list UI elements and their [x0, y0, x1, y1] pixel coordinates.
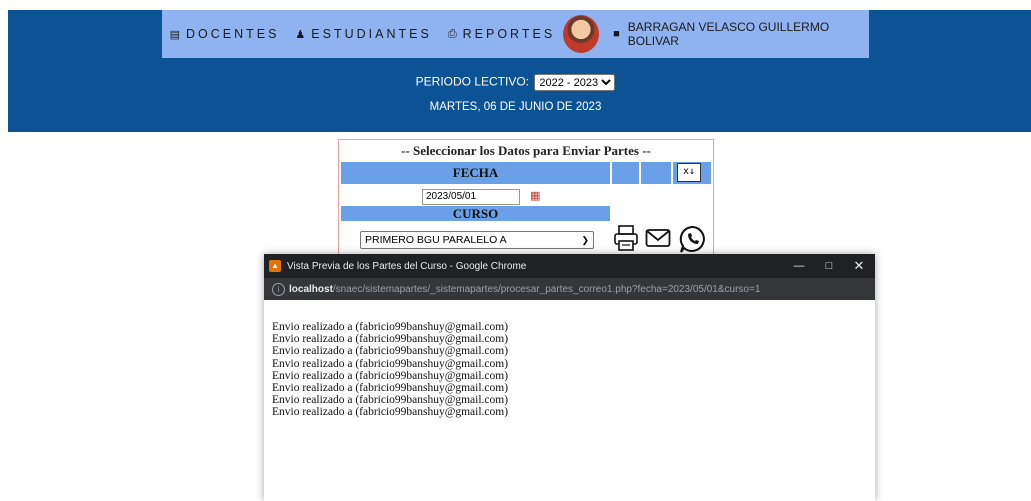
whatsapp-icon[interactable]: [678, 224, 708, 254]
period-row: PERIODO LECTIVO: 2022 - 2023: [0, 74, 1031, 91]
form-title: -- Seleccionar los Datos para Enviar Par…: [401, 143, 651, 158]
top-nav: ▤ DOCENTES ♟ ESTUDIANTES ⎙ REPORTES ■ BA…: [162, 10, 869, 58]
user-menu[interactable]: ■ BARRAGAN VELASCO GUILLERMO BOLIVAR: [613, 20, 869, 48]
period-label: PERIODO LECTIVO:: [415, 74, 529, 89]
log-line: Envio realizado a (fabricio99banshuy@gma…: [272, 406, 509, 419]
url-host: localhost: [289, 283, 333, 295]
chevron-down-icon: ❯: [581, 235, 589, 245]
send-form-panel: -- Seleccionar los Datos para Enviar Par…: [338, 139, 714, 271]
popup-window: ▲ Vista Previa de los Partes del Curso -…: [264, 254, 875, 501]
address-bar[interactable]: i localhost/snaec/sistemapartes/_sistema…: [264, 278, 875, 300]
curso-value: PRIMERO BGU PARALELO A: [365, 234, 507, 246]
avatar[interactable]: [563, 15, 600, 53]
log-line: Envio realizado a (fabricio99banshuy@gma…: [272, 333, 509, 346]
fecha-label: FECHA: [452, 165, 499, 180]
fecha-header-cell-3: [641, 162, 671, 184]
print-icon: ⎙: [447, 27, 457, 40]
nav-docentes[interactable]: ▤ DOCENTES: [170, 27, 280, 41]
nav-reportes-label: REPORTES: [462, 27, 556, 41]
log-line: Envio realizado a (fabricio99banshuy@gma…: [272, 382, 509, 395]
window-titlebar[interactable]: ▲ Vista Previa de los Partes del Curso -…: [264, 254, 875, 278]
info-icon[interactable]: i: [272, 282, 285, 296]
maximize-icon[interactable]: □: [814, 254, 844, 278]
nav-reportes[interactable]: ⎙ REPORTES: [448, 27, 555, 41]
log-line: Envio realizado a (fabricio99banshuy@gma…: [272, 357, 509, 370]
fecha-header-cell-2: [612, 162, 639, 184]
fecha-input[interactable]: 2023/05/01: [422, 189, 520, 205]
nav-estudiantes-label: ESTUDIANTES: [311, 27, 432, 41]
nav-docentes-label: DOCENTES: [185, 27, 280, 41]
send-log: Envio realizado a (fabricio99banshuy@gma…: [272, 321, 508, 419]
window-title: Vista Previa de los Partes del Curso - G…: [287, 260, 527, 272]
curso-label: CURSO: [452, 206, 499, 221]
log-line: Envio realizado a (fabricio99banshuy@gma…: [272, 369, 509, 382]
user-icon: ♟: [295, 28, 306, 41]
minimize-icon[interactable]: —: [784, 254, 814, 278]
printer-icon[interactable]: [613, 224, 639, 252]
app-icon: ▲: [269, 260, 281, 272]
period-select[interactable]: 2022 - 2023: [534, 74, 616, 91]
current-date: MARTES, 06 DE JUNIO DE 2023: [429, 101, 602, 113]
calendar-icon[interactable]: ▦: [530, 189, 540, 202]
close-icon[interactable]: ✕: [844, 254, 874, 278]
curso-select[interactable]: PRIMERO BGU PARALELO A ❯: [360, 231, 594, 249]
log-line: Envio realizado a (fabricio99banshuy@gma…: [272, 394, 509, 407]
briefcase-icon: ■: [613, 28, 620, 40]
user-name: BARRAGAN VELASCO GUILLERMO BOLIVAR: [627, 20, 830, 48]
excel-icon[interactable]: x↓: [677, 163, 701, 182]
mail-icon[interactable]: [645, 228, 671, 248]
log-line: Envio realizado a (fabricio99banshuy@gma…: [272, 321, 509, 333]
log-line: Envio realizado a (fabricio99banshuy@gma…: [272, 345, 509, 358]
list-icon: ▤: [169, 28, 180, 41]
url-path: /snaec/sistemapartes/_sistemapartes/proc…: [332, 283, 761, 295]
nav-estudiantes[interactable]: ♟ ESTUDIANTES: [295, 27, 431, 41]
